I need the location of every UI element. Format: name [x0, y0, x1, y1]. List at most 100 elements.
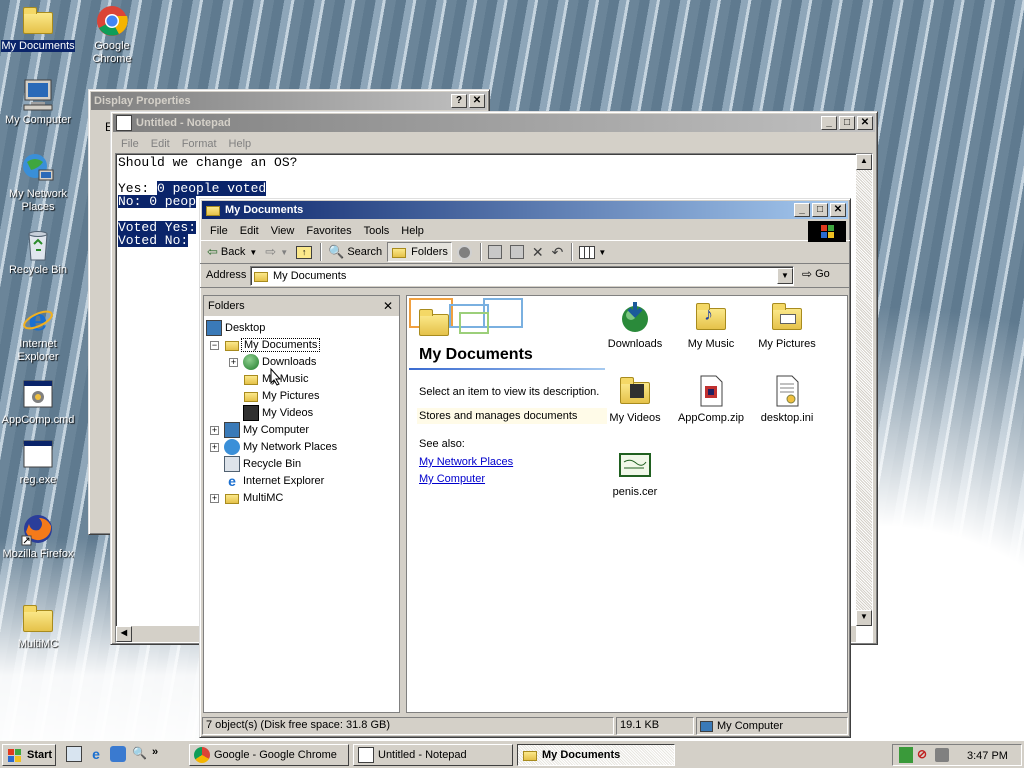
back-button[interactable]: ⇦ Back ▼	[204, 242, 260, 262]
tree-item-desktop[interactable]: Desktop	[206, 320, 265, 336]
menu-file[interactable]: File	[204, 225, 234, 237]
menu-view[interactable]: View	[265, 225, 301, 237]
up-folder-button[interactable]: ↑	[293, 242, 315, 262]
close-button[interactable]: ✕	[830, 203, 846, 217]
folder-icon	[205, 202, 221, 218]
maximize-button[interactable]: □	[812, 203, 828, 217]
go-button[interactable]: ⇨ Go	[802, 267, 830, 281]
menu-tools[interactable]: Tools	[358, 225, 396, 237]
close-button[interactable]: ✕	[857, 116, 873, 130]
desktop-icon-reg-exe[interactable]: reg.exe	[0, 438, 76, 487]
tree-item-label: Recycle Bin	[243, 458, 302, 470]
certificate-icon	[618, 448, 652, 482]
collapse-toggle[interactable]: −	[210, 341, 219, 350]
close-pane-button[interactable]: ✕	[383, 299, 393, 313]
tree-item-my-pictures[interactable]: My Pictures	[243, 388, 319, 404]
tree-item-label: My Pictures	[262, 390, 320, 402]
scroll-up-button[interactable]: ▲	[856, 154, 872, 170]
task-google-chrome[interactable]: Google - Google Chrome	[189, 744, 349, 766]
help-button[interactable]: ?	[451, 94, 467, 108]
title-bar[interactable]: My Documents _ □ ✕	[202, 201, 848, 219]
file-item-appcomp-zip[interactable]: AppComp.zip	[675, 374, 747, 424]
selected-text: Voted No:	[118, 233, 189, 248]
undo-button[interactable]: ↶	[549, 242, 567, 262]
show-desktop-icon[interactable]	[66, 746, 82, 762]
desktop-icon-google-chrome[interactable]: Google Chrome	[74, 4, 150, 66]
tree-item-multimc[interactable]: MultiMC	[224, 490, 283, 506]
desktop-icon-recycle-bin[interactable]: Recycle Bin	[0, 228, 76, 277]
history-button[interactable]	[454, 242, 475, 262]
network-tray-icon[interactable]	[899, 747, 913, 763]
search-icon[interactable]: 🔍	[132, 746, 148, 762]
file-item-my-music[interactable]: ♪ My Music	[675, 300, 747, 350]
tree-item-recycle-bin[interactable]: Recycle Bin	[224, 456, 301, 472]
music-folder-icon: ♪	[694, 300, 728, 334]
menu-edit[interactable]: Edit	[145, 138, 176, 150]
title-bar[interactable]: Untitled - Notepad _ □ ✕	[113, 114, 875, 132]
recycle-bin-icon	[224, 456, 240, 472]
explorer-window[interactable]: My Documents _ □ ✕ File Edit View Favori…	[199, 198, 851, 738]
menu-file[interactable]: File	[115, 138, 145, 150]
delete-button[interactable]: ✕	[529, 242, 547, 262]
desktop-icon-internet-explorer[interactable]: e Internet Explorer	[0, 302, 76, 364]
expand-toggle[interactable]: +	[210, 494, 219, 503]
file-item-desktop-ini[interactable]: desktop.ini	[751, 374, 823, 424]
menu-help[interactable]: Help	[223, 138, 258, 150]
expand-toggle[interactable]: +	[210, 426, 219, 435]
outlook-express-icon[interactable]	[110, 746, 126, 762]
address-dropdown-button[interactable]: ▼	[777, 268, 793, 284]
desktop-icon-mozilla-firefox[interactable]: Mozilla Firefox	[0, 512, 76, 561]
scroll-left-button[interactable]: ◀	[116, 626, 132, 642]
scroll-down-button[interactable]: ▼	[856, 610, 872, 626]
views-button[interactable]: ▼	[576, 242, 609, 262]
tree-item-my-network-places[interactable]: My Network Places	[224, 439, 337, 455]
recycle-bin-icon	[21, 228, 55, 262]
menu-help[interactable]: Help	[395, 225, 430, 237]
menu-edit[interactable]: Edit	[234, 225, 265, 237]
move-to-button[interactable]	[485, 242, 505, 262]
menu-format[interactable]: Format	[176, 138, 223, 150]
file-item-downloads[interactable]: Downloads	[599, 300, 671, 350]
start-button[interactable]: Start	[2, 744, 56, 766]
address-input[interactable]: My Documents ▼	[250, 266, 794, 286]
status-size-text: 19.1 KB	[620, 719, 660, 731]
search-button[interactable]: 🔍 Search	[325, 242, 385, 262]
minimize-button[interactable]: _	[821, 116, 837, 130]
vertical-scrollbar[interactable]: ▲ ▼	[856, 154, 872, 626]
desktop-icon-label: Recycle Bin	[8, 264, 68, 276]
minimize-button[interactable]: _	[794, 203, 810, 217]
folders-button[interactable]: Folders	[387, 242, 452, 262]
copy-to-button[interactable]	[507, 242, 527, 262]
link-my-network-places[interactable]: My Network Places	[419, 456, 513, 468]
clock[interactable]: 3:47 PM	[967, 750, 1008, 762]
file-item-penis-cer[interactable]: penis.cer	[599, 448, 671, 498]
volume-muted-tray-icon[interactable]: ⊘	[917, 747, 931, 763]
quick-launch-chevron[interactable]: »	[152, 746, 158, 762]
desktop-icon-network-places[interactable]: My Network Places	[0, 152, 76, 214]
file-label: penis.cer	[612, 486, 658, 498]
tree-item-my-videos[interactable]: My Videos	[243, 405, 313, 421]
task-notepad[interactable]: Untitled - Notepad	[353, 744, 513, 766]
forward-button[interactable]: ⇨ ▼	[262, 242, 291, 262]
expand-toggle[interactable]: +	[210, 443, 219, 452]
menu-favorites[interactable]: Favorites	[300, 225, 357, 237]
desktop-icon-my-computer[interactable]: My Computer	[0, 78, 76, 127]
desktop-icon-multimc[interactable]: MultiMC	[0, 602, 76, 651]
file-label: My Music	[687, 338, 735, 350]
desktop-icon-appcomp-cmd[interactable]: AppComp.cmd	[0, 378, 76, 427]
tree-item-my-computer[interactable]: My Computer	[224, 422, 309, 438]
title-bar[interactable]: Display Properties ? ✕	[91, 92, 487, 110]
link-my-computer[interactable]: My Computer	[419, 473, 485, 485]
tree-item-my-documents[interactable]: My Documents	[224, 337, 321, 353]
file-item-my-videos[interactable]: My Videos	[599, 374, 671, 424]
expand-toggle[interactable]: +	[229, 358, 238, 367]
safely-remove-tray-icon[interactable]	[935, 748, 949, 762]
tree-item-internet-explorer[interactable]: e Internet Explorer	[224, 473, 324, 489]
file-item-my-pictures[interactable]: My Pictures	[751, 300, 823, 350]
start-label: Start	[27, 749, 53, 761]
desktop-icon-my-documents[interactable]: My Documents	[0, 4, 76, 53]
internet-explorer-icon[interactable]: e	[88, 746, 104, 762]
maximize-button[interactable]: □	[839, 116, 855, 130]
close-button[interactable]: ✕	[469, 94, 485, 108]
task-my-documents[interactable]: My Documents	[517, 744, 675, 766]
